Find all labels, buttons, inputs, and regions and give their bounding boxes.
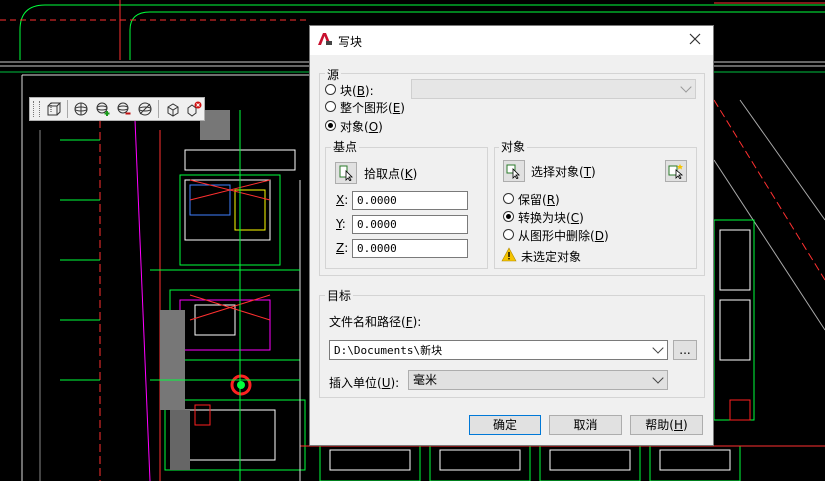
destination-legend: 目标	[325, 287, 354, 304]
delete-from-drawing-label[interactable]: 从图形中删除(D)	[518, 227, 609, 244]
block-radio[interactable]	[325, 84, 336, 95]
x-field[interactable]: 0.0000	[352, 191, 468, 210]
quick-select-button[interactable]	[665, 160, 687, 182]
z-label: Z:	[336, 241, 349, 255]
base-point-legend: 基点	[331, 138, 360, 155]
objects-radio-label[interactable]: 对象(O)	[340, 118, 383, 135]
retain-radio[interactable]	[503, 193, 514, 204]
sphere-slash-icon[interactable]	[135, 99, 155, 119]
filename-combo[interactable]: D:\Documents\新块	[329, 340, 668, 360]
write-block-dialog: 写块 源 块(B): 整个图形(E) 对象(O) 基点 拾取点(K) X: 0.…	[309, 25, 714, 446]
insert-units-label: 插入单位(U):	[329, 376, 400, 390]
sphere-icon[interactable]	[71, 99, 91, 119]
chevron-down-icon	[680, 81, 692, 93]
dialog-titlebar[interactable]: 写块	[310, 26, 713, 55]
browse-button[interactable]: ...	[673, 340, 697, 360]
source-legend: 源	[325, 66, 342, 83]
toolbar-separator	[158, 100, 160, 118]
retain-label[interactable]: 保留(R)	[518, 191, 560, 208]
z-field[interactable]: 0.0000	[352, 239, 468, 258]
autocad-logo-icon	[317, 32, 333, 49]
sphere-remove-icon[interactable]	[114, 99, 134, 119]
objects-legend: 对象	[499, 138, 528, 155]
close-icon[interactable]	[687, 31, 703, 47]
chevron-down-icon[interactable]	[652, 342, 664, 354]
block-radio-label[interactable]: 块(B):	[340, 82, 374, 99]
block-name-select[interactable]	[411, 79, 696, 99]
insert-units-select[interactable]: 毫米	[408, 370, 668, 390]
view-toolbar	[29, 97, 205, 121]
convert-to-block-label[interactable]: 转换为块(C)	[518, 209, 584, 226]
filename-value: D:\Documents\新块	[334, 344, 443, 357]
entire-drawing-label[interactable]: 整个图形(E)	[340, 99, 405, 116]
pick-point-label[interactable]: 拾取点(K)	[364, 165, 417, 182]
y-label: Y:	[336, 217, 346, 231]
delete-from-drawing-radio[interactable]	[503, 229, 514, 240]
x-label: X:	[336, 193, 349, 207]
pick-point-button[interactable]	[335, 162, 357, 184]
cancel-button[interactable]: 取消	[549, 415, 622, 435]
cube-view-icon[interactable]	[44, 99, 64, 119]
toolbar-grip[interactable]	[33, 101, 40, 117]
y-field[interactable]: 0.0000	[352, 215, 468, 234]
dialog-title: 写块	[338, 35, 363, 49]
help-button[interactable]: 帮助(H)	[630, 415, 703, 435]
warning-icon	[501, 247, 517, 265]
convert-to-block-radio[interactable]	[503, 211, 514, 222]
no-objects-selected-text: 未选定对象	[521, 250, 582, 264]
insert-units-value: 毫米	[413, 373, 438, 387]
select-objects-label[interactable]: 选择对象(T)	[531, 163, 596, 180]
box-view-icon[interactable]	[162, 99, 182, 119]
chevron-down-icon	[652, 372, 664, 384]
ok-button[interactable]: 确定	[469, 415, 541, 435]
select-objects-button[interactable]	[503, 160, 525, 182]
toolbar-separator	[67, 100, 69, 118]
objects-radio[interactable]	[325, 120, 336, 131]
filename-label: 文件名和路径(F):	[329, 315, 422, 329]
entire-drawing-radio[interactable]	[325, 101, 336, 112]
box-delete-icon[interactable]	[184, 99, 204, 119]
sphere-add-icon[interactable]	[92, 99, 112, 119]
